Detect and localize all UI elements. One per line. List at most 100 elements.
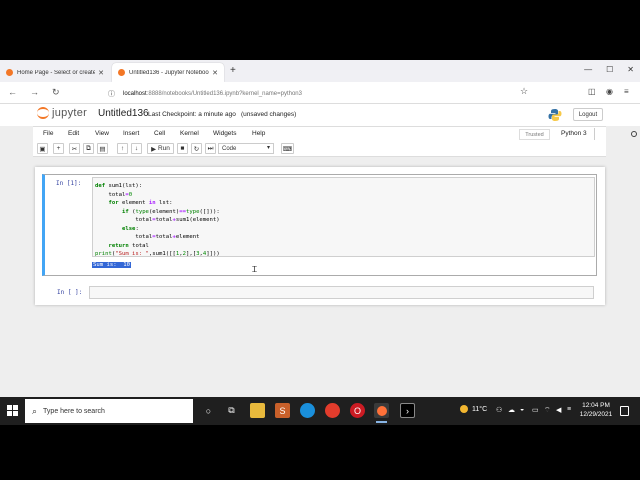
clock-time: 12:04 PM <box>582 402 610 409</box>
copy-icon[interactable]: ⧉ <box>83 143 94 154</box>
taskbar-search[interactable]: ⌕ Type here to search <box>25 399 193 423</box>
search-icon: ⌕ <box>32 405 38 416</box>
empty-code-cell[interactable]: In [ ]: <box>45 285 597 301</box>
new-tab-button[interactable]: + <box>230 65 236 76</box>
forward-button[interactable]: → <box>30 87 39 97</box>
trusted-indicator[interactable]: Trusted <box>519 129 550 140</box>
menu-bar: File Edit View Insert Cell Kernel Widget… <box>33 126 637 141</box>
code-text[interactable]: def sum1(lst): total=0 for element in ls… <box>95 182 220 259</box>
chevron-down-icon: ▾ <box>266 145 270 151</box>
search-placeholder: Type here to search <box>43 407 105 415</box>
system-clock[interactable]: 12:04 PM 12/29/2021 <box>578 401 614 419</box>
menu-help[interactable]: Help <box>252 130 265 137</box>
navigation-bar: ← → ↻ ⓘ localhost:8888/notebooks/Untitle… <box>0 82 640 104</box>
language-icon[interactable]: ≡ <box>567 406 571 413</box>
account-icon[interactable]: ◉ <box>606 87 613 96</box>
window-controls: — ☐ ✕ <box>584 65 634 74</box>
move-down-icon[interactable]: ↓ <box>131 143 142 154</box>
restart-icon[interactable]: ↻ <box>191 143 202 154</box>
jupyter-favicon-icon <box>6 69 13 76</box>
jupyter-logo-icon <box>37 107 49 119</box>
save-icon[interactable]: ▣ <box>37 143 48 154</box>
run-button[interactable]: ▶ Run <box>147 143 174 154</box>
jupyter-header: jupyter Untitled136 Last Checkpoint: a m… <box>0 104 640 126</box>
checkpoint-status: Last Checkpoint: a minute ago <box>148 111 236 118</box>
task-view-icon[interactable]: ⧉ <box>224 403 239 418</box>
move-up-icon[interactable]: ↑ <box>117 143 128 154</box>
clock-date: 12/29/2021 <box>579 411 613 418</box>
command-palette-icon[interactable]: ⌨ <box>281 143 294 154</box>
reload-button[interactable]: ↻ <box>52 87 60 98</box>
menu-view[interactable]: View <box>95 130 109 137</box>
kernel-idle-icon <box>631 131 637 137</box>
logout-button[interactable]: Logout <box>573 108 603 121</box>
logo-text: jupyter <box>52 107 88 119</box>
fast-forward-icon[interactable]: ⏭ <box>205 143 216 154</box>
insert-cell-icon[interactable]: + <box>53 143 64 154</box>
close-window-button[interactable]: ✕ <box>627 65 634 74</box>
tab-notebook[interactable]: Untitled136 - Jupyter Notebook ✕ <box>112 63 224 82</box>
notification-icon[interactable] <box>620 406 629 416</box>
url-path: :8888/notebooks/Untitled136.ipynb?kernel… <box>146 90 302 97</box>
cell-output[interactable]: Sum is: 10 <box>92 262 132 268</box>
volume-icon[interactable]: ◀ <box>556 406 561 414</box>
input-prompt: In [1]: <box>56 180 82 187</box>
temperature: 11°C <box>472 405 488 413</box>
chrome-icon[interactable] <box>325 403 340 418</box>
opera-icon[interactable]: O <box>350 403 365 418</box>
notebook-toolbar: ▣ + ✂ ⧉ ▤ ↑ ↓ ▶ Run ■ ↻ ⏭ Code ▾ ⌨ <box>33 141 606 157</box>
people-icon[interactable]: ⚇ <box>496 406 502 414</box>
jupyter-logo[interactable]: jupyter <box>37 107 87 119</box>
code-editor[interactable]: def sum1(lst): total=0 for element in ls… <box>92 177 595 257</box>
menu-file[interactable]: File <box>43 130 53 137</box>
file-explorer-icon[interactable] <box>250 403 265 418</box>
minimize-button[interactable]: — <box>584 65 592 74</box>
code-cell[interactable]: In [1]: def sum1(lst): total=0 for eleme… <box>42 174 597 276</box>
notebook-name[interactable]: Untitled136 <box>98 108 149 119</box>
sublime-text-icon[interactable]: S <box>275 403 290 418</box>
tab-home-page[interactable]: Home Page - Select or create a ✕ <box>0 63 110 82</box>
cell-type-select[interactable]: Code ▾ <box>218 143 274 154</box>
terminal-icon[interactable]: › <box>400 403 415 418</box>
interrupt-icon[interactable]: ■ <box>177 143 188 154</box>
weather-widget[interactable]: 11°C <box>460 405 487 413</box>
paste-icon[interactable]: ▤ <box>97 143 108 154</box>
menu-edit[interactable]: Edit <box>68 130 79 137</box>
windows-taskbar: ⌕ Type here to search ○ ⧉ S O › 11°C ⚇ ☁… <box>0 397 640 425</box>
menu-cell[interactable]: Cell <box>154 130 165 137</box>
firefox-icon[interactable] <box>374 403 389 423</box>
cloud-icon[interactable]: ☁ <box>508 406 515 414</box>
tab-title: Home Page - Select or create a <box>17 69 96 76</box>
menu-insert[interactable]: Insert <box>123 130 139 137</box>
menu-icon[interactable]: ≡ <box>624 87 629 96</box>
battery-icon[interactable]: ▭ <box>532 406 539 414</box>
sun-icon <box>460 405 468 413</box>
cut-icon[interactable]: ✂ <box>69 143 80 154</box>
onedrive-icon[interactable]: ◒ <box>520 406 524 413</box>
jupyter-favicon-icon <box>118 69 125 76</box>
cortana-icon[interactable]: ○ <box>201 403 216 418</box>
run-icon: ▶ <box>151 145 157 153</box>
edge-icon[interactable] <box>300 403 315 418</box>
text-cursor-icon: Ꮖ <box>252 265 258 274</box>
kernel-name: Python 3 <box>561 130 587 137</box>
bookmark-star-icon[interactable]: ☆ <box>520 86 528 97</box>
save-status: (unsaved changes) <box>241 111 297 118</box>
tab-title: Untitled136 - Jupyter Notebook <box>129 69 210 76</box>
input-prompt: In [ ]: <box>57 289 83 296</box>
cell-type-value: Code <box>222 145 237 152</box>
menu-widgets[interactable]: Widgets <box>213 130 236 137</box>
url-host: localhost <box>123 90 147 97</box>
tab-close-icon[interactable]: ✕ <box>98 69 104 77</box>
pocket-icon[interactable]: ◫ <box>588 87 596 96</box>
info-icon[interactable]: ⓘ <box>108 89 117 99</box>
tab-close-icon[interactable]: ✕ <box>212 69 218 77</box>
menu-kernel[interactable]: Kernel <box>180 130 199 137</box>
maximize-button[interactable]: ☐ <box>606 65 613 74</box>
back-button[interactable]: ← <box>8 87 17 97</box>
windows-start-icon[interactable] <box>7 405 19 417</box>
address-bar[interactable]: ⓘ localhost:8888/notebooks/Untitled136.i… <box>108 86 536 101</box>
network-icon[interactable]: ⌔ <box>544 406 551 415</box>
code-editor[interactable] <box>89 286 594 299</box>
notebook-page: In [1]: def sum1(lst): total=0 for eleme… <box>35 167 605 305</box>
